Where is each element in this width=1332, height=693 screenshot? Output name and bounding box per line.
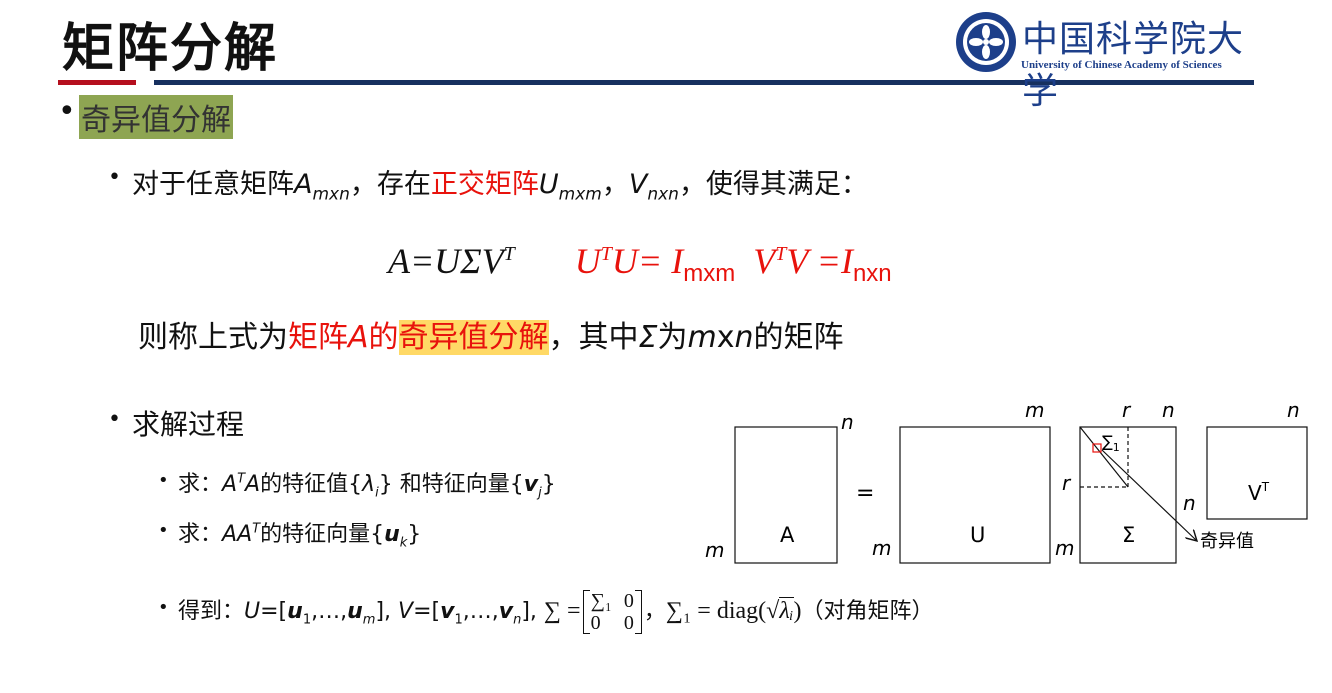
matrix-U-label: U [970, 523, 985, 547]
U-rows-label: m [872, 536, 891, 560]
step-result: 得到：U=[u1,…,um], V=[v1,…,vn], ∑ = ∑₁ 0 0 0 ，∑₁… [178, 590, 934, 634]
svd-definition-line: 则称上式为矩阵A的奇异值分解，其中Σ为mxn的矩阵 [138, 320, 844, 355]
slide-title: 矩阵分解 [62, 19, 279, 79]
section-heading: 奇异值分解 [79, 95, 233, 139]
singular-values-label: 奇异值 [1200, 531, 1254, 552]
matrix-A-label: A [780, 523, 795, 547]
sigma-block-matrix: ∑₁ 0 0 0 [582, 590, 642, 634]
title-underline-red [58, 80, 136, 85]
bullet-dot: • [108, 407, 121, 432]
svd-highlight: 奇异值分解 [398, 320, 549, 355]
A-cols-label: n [841, 410, 854, 434]
solving-process-heading: 求解过程 [132, 408, 245, 441]
sigma-rank-col-label: r [1122, 398, 1132, 422]
sigma1-label: ∑1 [1102, 432, 1120, 454]
sigma-cols-label: n [1162, 398, 1175, 422]
ucas-logo: 中国科学院大学 University of Chinese Academy of… [950, 8, 1256, 112]
U-cols-label: m [1025, 398, 1044, 422]
matrix-VT-label: VT [1248, 480, 1270, 505]
bullet-dot: • [108, 165, 121, 190]
ucas-emblem-icon [956, 12, 1016, 72]
matrix-VT-box [1206, 426, 1308, 520]
VT-cols-label: n [1287, 398, 1300, 422]
logo-english-name: University of Chinese Academy of Science… [1021, 59, 1222, 71]
orthogonal-matrix-text: 正交矩阵 [430, 169, 539, 200]
bullet-dot: • [158, 597, 169, 618]
bullet-dot: • [158, 520, 169, 541]
sigma-rank-row-label: r [1062, 471, 1072, 495]
matrix-sigma-label: Σ [1122, 523, 1135, 547]
definition-line: 对于任意矩阵Amxn，存在正交矩阵Umxm，Vnxn，使得其满足： [132, 169, 868, 205]
A-rows-label: m [705, 538, 724, 562]
svd-diagram: A m n = U m m ∑1 Σ m n r r VT n n 奇异值 [705, 398, 1308, 564]
step-eigenvectors: 求：AAT的特征向量{uk} [178, 521, 422, 551]
svd-equation: A=UΣVT UTU= Imxm VTV =Inxn [388, 241, 892, 288]
VT-rows-label: n [1183, 491, 1196, 515]
bullet-dot: • [158, 470, 169, 491]
orthogonality-equations: UTU= Imxm VTV =Inxn [574, 241, 892, 288]
sigma-rows-label: m [1055, 536, 1074, 560]
step-eigenvalues: 求：ATA的特征值{λi} 和特征向量{vj} [178, 471, 556, 501]
equals-sign: = [856, 481, 874, 506]
bullet-dot: • [58, 94, 76, 129]
